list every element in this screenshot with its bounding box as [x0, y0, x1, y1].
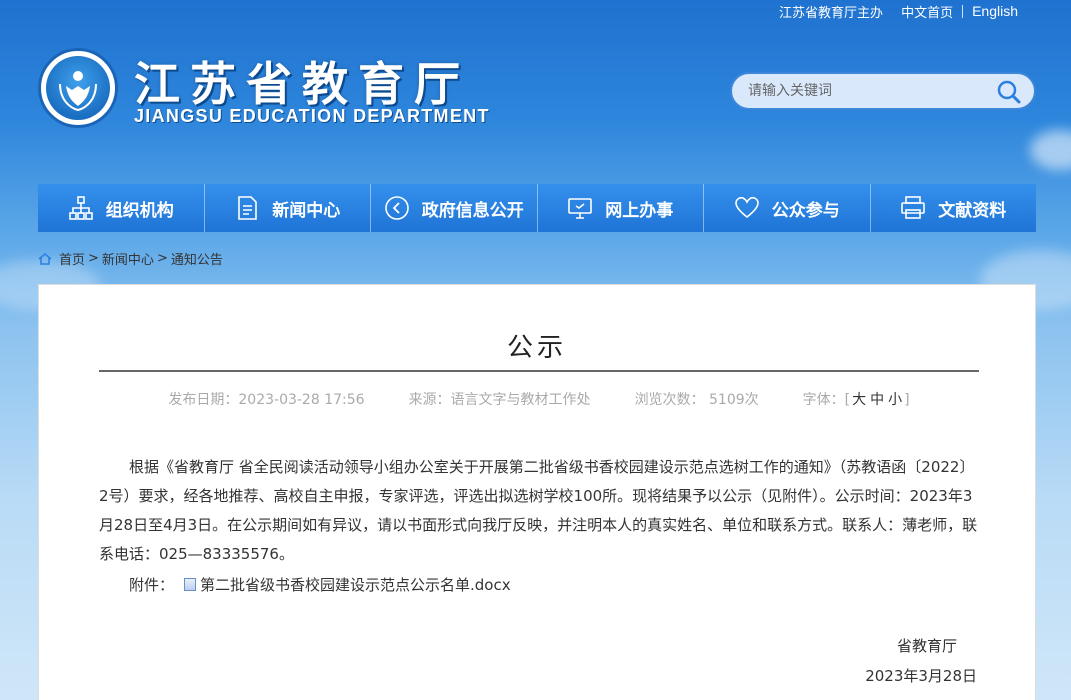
- breadcrumb: 首页 > 新闻中心 > 通知公告: [38, 249, 223, 268]
- nav-label: 网上办事: [605, 200, 674, 221]
- org-chart-icon: [68, 196, 93, 220]
- search-box: [730, 72, 1036, 110]
- nav-label: 公众参与: [771, 200, 840, 221]
- nav-label: 文献资料: [938, 200, 1007, 221]
- article-source: 来源：语言文字与教材工作处: [408, 392, 591, 408]
- breadcrumb-news[interactable]: 新闻中心: [102, 249, 154, 268]
- font-small-button[interactable]: 小: [886, 392, 904, 408]
- signature-date: 2023年3月28日: [865, 667, 977, 685]
- search-input[interactable]: [748, 83, 988, 99]
- article-body: 根据《省教育厅 省全民阅读活动领导小组办公室关于开展第二批省级书香校园建设示范点…: [99, 458, 978, 563]
- heart-icon: [734, 196, 759, 219]
- word-doc-icon: [184, 578, 197, 591]
- document-icon: [238, 196, 258, 220]
- printer-icon: [901, 196, 926, 219]
- site-subtitle: JIANGSU EDUCATION DEPARTMENT: [134, 106, 490, 126]
- play-icon: [384, 196, 409, 220]
- publish-date: 发布日期：2023-03-28 17:56: [168, 392, 365, 408]
- breadcrumb-separator: >: [88, 251, 99, 266]
- top-links: 江苏省教育厅主办 中文首页 English: [770, 2, 1027, 21]
- font-size-switcher: 字体：[大中小]: [802, 392, 910, 408]
- nav-item-news[interactable]: 新闻中心: [204, 184, 371, 232]
- attachment-link[interactable]: 第二批省级书香校园建设示范点公示名单.docx: [200, 574, 511, 595]
- breadcrumb-home[interactable]: 首页: [59, 249, 85, 268]
- cloud-decoration: [1030, 130, 1071, 170]
- chinese-home-link[interactable]: 中文首页: [892, 2, 962, 21]
- breadcrumb-notices[interactable]: 通知公告: [171, 249, 223, 268]
- nav-item-organization[interactable]: 组织机构: [38, 184, 205, 232]
- nav-item-public-participation[interactable]: 公众参与: [704, 184, 871, 232]
- logo-emblem: [46, 56, 110, 120]
- nav-label: 新闻中心: [272, 200, 341, 221]
- attachment-label: 附件：: [129, 576, 175, 594]
- site-title: 江苏省教育厅: [134, 57, 470, 111]
- main-nav: 组织机构 新闻中心 政府信息公开 网上办事 公众参与 文献资料: [38, 184, 1036, 232]
- font-large-button[interactable]: 大: [850, 392, 868, 408]
- site-logo[interactable]: [38, 48, 118, 128]
- font-size-label: 字体：: [802, 392, 845, 408]
- search-icon[interactable]: [996, 79, 1022, 105]
- view-count: 浏览次数： 5109次: [634, 392, 759, 408]
- article-meta: 发布日期：2023-03-28 17:56 来源：语言文字与教材工作处 浏览次数…: [99, 389, 979, 409]
- signature: 省教育厅: [896, 637, 957, 655]
- title-rule: [99, 370, 979, 372]
- nav-item-documents[interactable]: 文献资料: [870, 184, 1036, 232]
- english-link[interactable]: English: [963, 3, 1027, 19]
- host-text: 江苏省教育厅主办: [779, 5, 884, 21]
- monitor-icon: [568, 198, 593, 219]
- home-icon: [38, 252, 52, 265]
- nav-label: 组织机构: [105, 200, 174, 221]
- nav-item-gov-info[interactable]: 政府信息公开: [371, 184, 538, 232]
- nav-label: 政府信息公开: [421, 200, 524, 221]
- nav-item-online-service[interactable]: 网上办事: [537, 184, 704, 232]
- font-medium-button[interactable]: 中: [868, 392, 886, 408]
- attachment-row: 附件： 第二批省级书香校园建设示范点公示名单.docx: [129, 574, 511, 595]
- article-panel: 公示 发布日期：2023-03-28 17:56 来源：语言文字与教材工作处 浏…: [38, 284, 1036, 700]
- breadcrumb-separator: >: [156, 251, 168, 266]
- article-title: 公示: [506, 333, 567, 363]
